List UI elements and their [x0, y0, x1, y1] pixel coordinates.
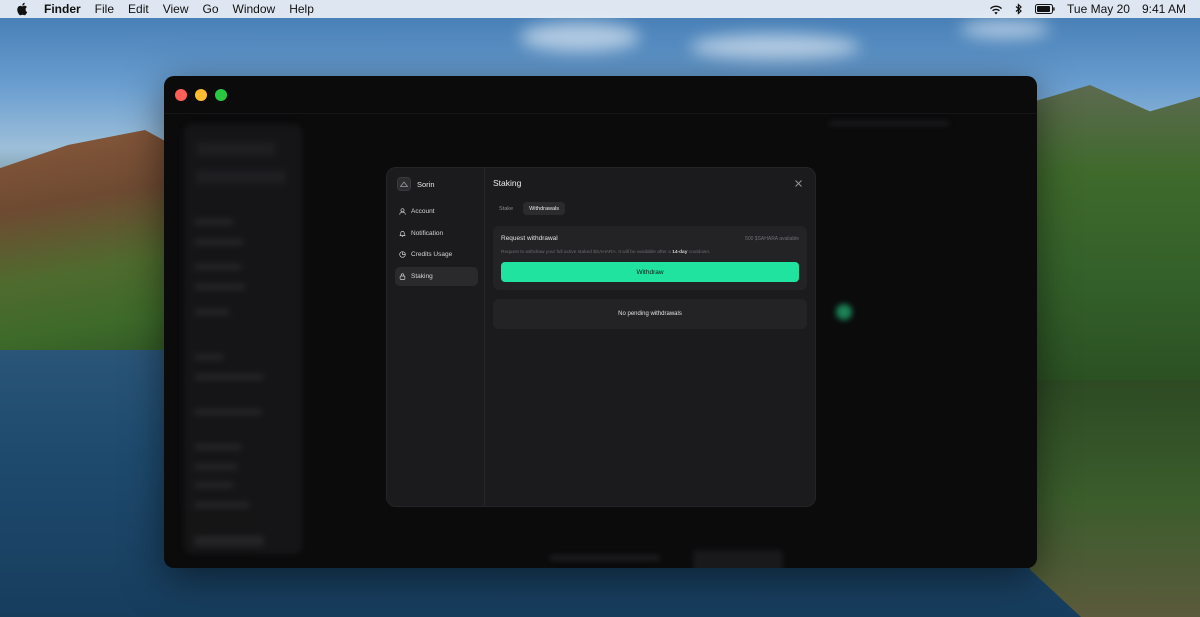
page-title: Staking [493, 178, 522, 188]
tab-withdrawals[interactable]: Withdrawals [523, 202, 566, 215]
menubar-time[interactable]: 9:41 AM [1142, 2, 1186, 16]
menu-file[interactable]: File [95, 2, 114, 16]
withdraw-card: Request withdrawal 500 $SAHARA available… [493, 226, 807, 290]
coastline [1030, 380, 1200, 617]
apple-icon[interactable] [16, 2, 30, 16]
user-icon [399, 208, 406, 215]
window-controls [175, 89, 227, 101]
tab-stake[interactable]: Stake [493, 202, 519, 215]
nav-item-account[interactable]: Account [395, 202, 478, 221]
profile-name: Sorin [417, 179, 435, 189]
nav-item-staking[interactable]: Staking [395, 266, 478, 286]
bell-icon [399, 230, 406, 237]
menu-edit[interactable]: Edit [128, 2, 149, 16]
withdraw-description: Request to withdraw your full active sta… [501, 250, 710, 255]
close-icon [794, 174, 802, 192]
app-window: Sorin Account Notification Credits Usage… [164, 76, 1037, 568]
menu-app-name[interactable]: Finder [44, 2, 81, 16]
description-prefix: Request to withdraw your full active sta… [501, 250, 671, 255]
battery-icon[interactable] [1035, 4, 1055, 14]
available-balance: 500 $SAHARA available [745, 236, 799, 242]
lock-icon [399, 272, 406, 280]
settings-sidebar: Sorin Account Notification Credits Usage… [387, 168, 485, 506]
cooldown-duration: 14-day [672, 250, 688, 255]
avatar [397, 177, 411, 191]
description-suffix: cooldown. [688, 250, 711, 255]
background-sidebar [184, 124, 302, 554]
cloud [520, 22, 640, 52]
cloud [960, 20, 1050, 38]
withdraw-card-title: Request withdrawal [501, 235, 558, 242]
bluetooth-icon[interactable] [1015, 3, 1023, 15]
close-button[interactable] [793, 178, 803, 188]
nav-item-label: Credits Usage [411, 251, 453, 258]
staking-tabs: Stake Withdrawals [493, 202, 566, 215]
pie-chart-icon [399, 251, 406, 258]
close-window-button[interactable] [175, 89, 187, 101]
nav-item-label: Account [411, 208, 435, 215]
settings-content: Staking Stake Withdrawals Request withdr… [486, 168, 815, 506]
minimize-window-button[interactable] [195, 89, 207, 101]
profile: Sorin [397, 177, 435, 191]
wifi-icon[interactable] [989, 4, 1003, 15]
zoom-window-button[interactable] [215, 89, 227, 101]
menu-bar: Finder File Edit View Go Window Help Tue… [0, 0, 1200, 18]
menu-go[interactable]: Go [203, 2, 219, 16]
pending-withdrawals: No pending withdrawals [493, 299, 807, 329]
cloud [690, 34, 860, 60]
nav-item-notification[interactable]: Notification [395, 224, 478, 243]
menu-help[interactable]: Help [289, 2, 314, 16]
nav-item-label: Staking [411, 272, 433, 280]
menu-view[interactable]: View [163, 2, 189, 16]
nav-item-label: Notification [411, 229, 444, 237]
menu-window[interactable]: Window [233, 2, 276, 16]
menubar-date[interactable]: Tue May 20 [1067, 2, 1130, 16]
settings-nav: Account Notification Credits Usage Staki… [395, 202, 478, 288]
nav-item-credits-usage[interactable]: Credits Usage [395, 245, 478, 264]
settings-modal: Sorin Account Notification Credits Usage… [386, 167, 816, 507]
withdraw-button[interactable]: Withdraw [501, 262, 799, 282]
